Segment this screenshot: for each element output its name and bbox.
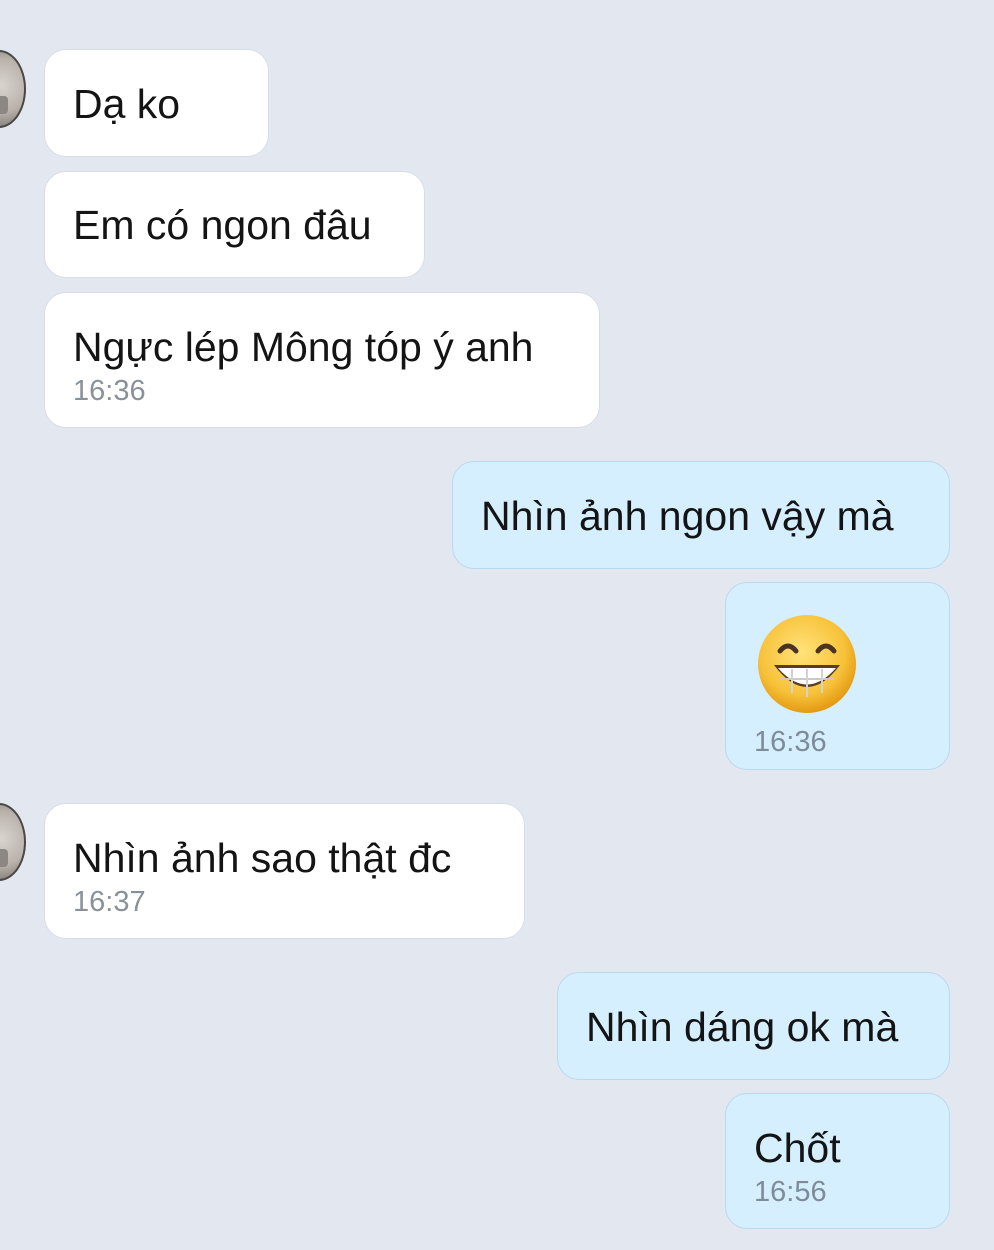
- message-timestamp: 16:36: [73, 375, 146, 407]
- message-timestamp: 16:36: [754, 726, 827, 758]
- message-text: Nhìn ảnh sao thật đc: [73, 835, 452, 881]
- message-text: Ngực lép Mông tóp ý anh: [73, 324, 534, 370]
- message-text: Nhìn ảnh ngon vậy mà: [481, 493, 894, 539]
- contact-avatar[interactable]: [0, 50, 26, 128]
- message-timestamp: 16:56: [754, 1176, 827, 1208]
- avatar-photo-detail: [0, 849, 8, 867]
- message-bubble-outgoing[interactable]: 16:36: [725, 582, 950, 770]
- message-text: Chốt: [754, 1125, 841, 1171]
- message-bubble-incoming[interactable]: Nhìn ảnh sao thật đc 16:37: [44, 803, 525, 939]
- message-text: Dạ ko: [73, 81, 181, 127]
- message-bubble-incoming[interactable]: Em có ngon đâu: [44, 171, 425, 278]
- avatar-photo-detail: [0, 96, 8, 114]
- message-timestamp: 16:37: [73, 886, 146, 918]
- message-bubble-incoming[interactable]: Ngực lép Mông tóp ý anh 16:36: [44, 292, 600, 428]
- message-text: Nhìn dáng ok mà: [586, 1004, 899, 1050]
- contact-avatar[interactable]: [0, 803, 26, 881]
- message-text: Em có ngon đâu: [73, 202, 372, 248]
- message-bubble-incoming[interactable]: Dạ ko: [44, 49, 269, 157]
- grinning-face-emoji-icon: [756, 613, 858, 715]
- message-bubble-outgoing[interactable]: Nhìn ảnh ngon vậy mà: [452, 461, 950, 569]
- message-bubble-outgoing[interactable]: Nhìn dáng ok mà: [557, 972, 950, 1080]
- chat-thread[interactable]: Dạ ko Em có ngon đâu Ngực lép Mông tóp ý…: [0, 0, 994, 1250]
- message-bubble-outgoing[interactable]: Chốt 16:56: [725, 1093, 950, 1229]
